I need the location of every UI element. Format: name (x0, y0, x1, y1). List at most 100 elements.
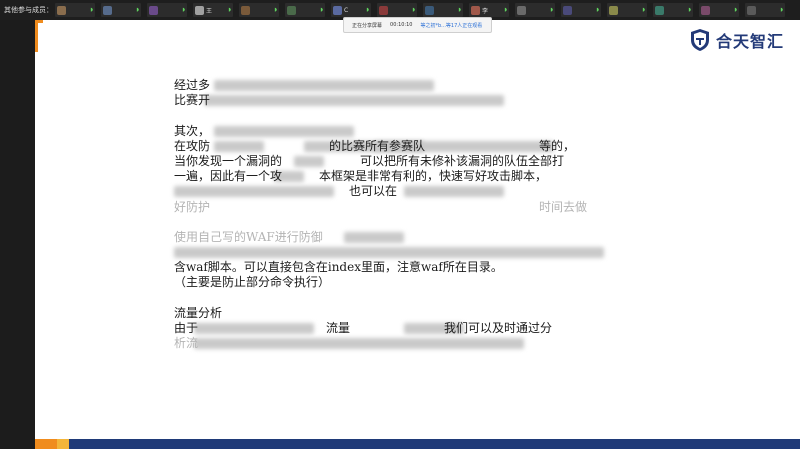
slide-line-text: 流量分析 (174, 305, 223, 320)
redacted-text (204, 95, 504, 107)
participant-avatar (747, 5, 756, 15)
slide-line-text: 的比赛所有参赛队 (329, 138, 426, 153)
slide-line: 经过多 (174, 78, 614, 93)
slide-line-text: 析流 (174, 336, 199, 351)
redacted-text (174, 186, 334, 198)
slide-line: 当你发现一个漏洞的 可以把所有未修补该漏洞的队伍全部打 (174, 154, 614, 169)
slide-text: 经过多 比赛开 其次， 在攻防 的比赛所有参赛队 等的， 当你发现一个漏洞的 可以把所有未修补… (174, 78, 614, 351)
participant-tile[interactable]: ◗ (423, 3, 463, 17)
slide-line-text: 其次， (174, 123, 211, 138)
slide-line: 比赛开 (174, 93, 614, 108)
redacted-text (214, 125, 354, 137)
participant-tile[interactable]: 李 ◗ (469, 3, 509, 17)
slide-line: 析流 (174, 336, 614, 351)
slide-line-text: 含waf脚本。可以直接包含在index里面，注意waf所在目录。 (174, 260, 503, 275)
redacted-text (344, 231, 404, 243)
mic-icon: ◗ (320, 7, 323, 13)
mic-icon: ◗ (412, 7, 415, 13)
slide-line-text: 由于 (174, 321, 199, 335)
slide-line: 一遍，因此有一个攻 本框架是非常有利的，快速写好攻击脚本， (174, 169, 614, 184)
slide-line: （主要是防止部分命令执行） (174, 275, 614, 290)
slide-line-text: 好防护 (174, 199, 211, 214)
participant-name: 王 (206, 7, 213, 15)
brand-logo: 合天智汇 (690, 28, 784, 52)
slide-line: 也可以在 (174, 184, 614, 199)
participant-avatar (333, 5, 342, 15)
slide-accent-left (35, 20, 38, 52)
slide-line: 含waf脚本。可以直接包含在index里面，注意waf所在目录。 (174, 260, 614, 275)
screen-share-status[interactable]: 正在分享屏幕 00:10:10 等之初*b...等17人正在观看 (343, 17, 492, 33)
participant-tile[interactable]: ◗ (377, 3, 417, 17)
mic-icon: ◗ (688, 7, 691, 13)
slide-line (174, 108, 614, 123)
participant-avatar (195, 5, 204, 15)
participant-name: 李 (482, 7, 489, 15)
participants-label: 其他参与成员： (4, 6, 53, 14)
slide-line (174, 215, 614, 230)
slide-line-text: 一遍，因此有一个攻 (174, 169, 283, 184)
mic-icon: ◗ (228, 7, 231, 13)
bottom-brand-bar (35, 439, 800, 449)
slide-line-text: 等的， (539, 138, 576, 153)
participant-avatar (149, 5, 158, 15)
slide-line-text: 可以把所有未修补该漏洞的队伍全部打 (360, 153, 565, 168)
participant-tile[interactable]: ◗ (653, 3, 693, 17)
slide-line-text: 时间去做 (539, 199, 588, 214)
redacted-text (214, 80, 434, 91)
mic-icon: ◗ (366, 7, 369, 13)
participant-tile[interactable]: ◗ (561, 3, 601, 17)
slide-line-text: 也可以在 (349, 184, 398, 199)
participant-tile[interactable]: ◗ (515, 3, 555, 17)
participant-avatar (287, 5, 296, 15)
redacted-text (194, 338, 524, 350)
slide-line: 其次， (174, 124, 614, 139)
participant-avatar (241, 5, 250, 15)
slide-line: 流量分析 (174, 306, 614, 321)
participant-avatar (57, 5, 66, 15)
participant-tile[interactable]: ◗ (699, 3, 739, 17)
mic-icon: ◗ (182, 7, 185, 13)
redacted-text (174, 247, 604, 259)
participant-avatar (517, 5, 526, 15)
redacted-text (194, 323, 314, 334)
presentation-slide: 合天智汇 经过多 比赛开 其次， 在攻防 的比赛所有参赛队 等的， 当你发现一个漏洞的 可以把… (35, 20, 800, 439)
participant-tile[interactable]: C ◗ (331, 3, 371, 17)
participant-tile[interactable]: ◗ (147, 3, 187, 17)
participant-tile[interactable]: 王 ◗ (193, 3, 233, 17)
share-timer: 00:10:10 (390, 22, 413, 28)
slide-line-text: 我们可以及时通过分 (444, 321, 553, 335)
slide-line-text: 使用自己写的WAF进行防御 (174, 229, 323, 244)
redacted-text (214, 140, 264, 152)
redacted-text (294, 155, 324, 167)
mic-icon: ◗ (642, 7, 645, 13)
mic-icon: ◗ (780, 7, 783, 13)
participant-avatar (425, 5, 434, 15)
slide-line: 由于 流量 我们可以及时通过分 (174, 321, 614, 336)
mic-icon: ◗ (136, 7, 139, 13)
participant-tile[interactable]: ◗ (607, 3, 647, 17)
bottom-accent-orange (35, 439, 57, 449)
slide-line-text: 流量 (326, 321, 351, 335)
mic-icon: ◗ (90, 7, 93, 13)
participant-avatar (103, 5, 112, 15)
slide-line-text: 当你发现一个漏洞的 (174, 153, 283, 168)
slide-line: 使用自己写的WAF进行防御 (174, 230, 614, 245)
participant-tile[interactable]: ◗ (101, 3, 141, 17)
brand-name: 合天智汇 (715, 32, 784, 51)
participant-tile[interactable]: ◗ (285, 3, 325, 17)
participant-tile[interactable]: ◗ (239, 3, 279, 17)
mic-icon: ◗ (274, 7, 277, 13)
redacted-text (404, 186, 504, 198)
slide-line-text: 经过多 (174, 78, 211, 92)
participant-avatar (471, 5, 480, 15)
shield-logo-icon (690, 29, 709, 51)
participant-avatar (655, 5, 664, 15)
mic-icon: ◗ (596, 7, 599, 13)
participant-tile[interactable]: ◗ (55, 3, 95, 17)
participant-tile[interactable]: ◗ (745, 3, 785, 17)
bottom-accent-yellow (57, 439, 69, 449)
slide-line (174, 245, 614, 260)
participant-name: C (344, 6, 349, 14)
slide-line-text: 本框架是非常有利的，快速写好攻击脚本， (319, 169, 548, 184)
participant-avatar (609, 5, 618, 15)
